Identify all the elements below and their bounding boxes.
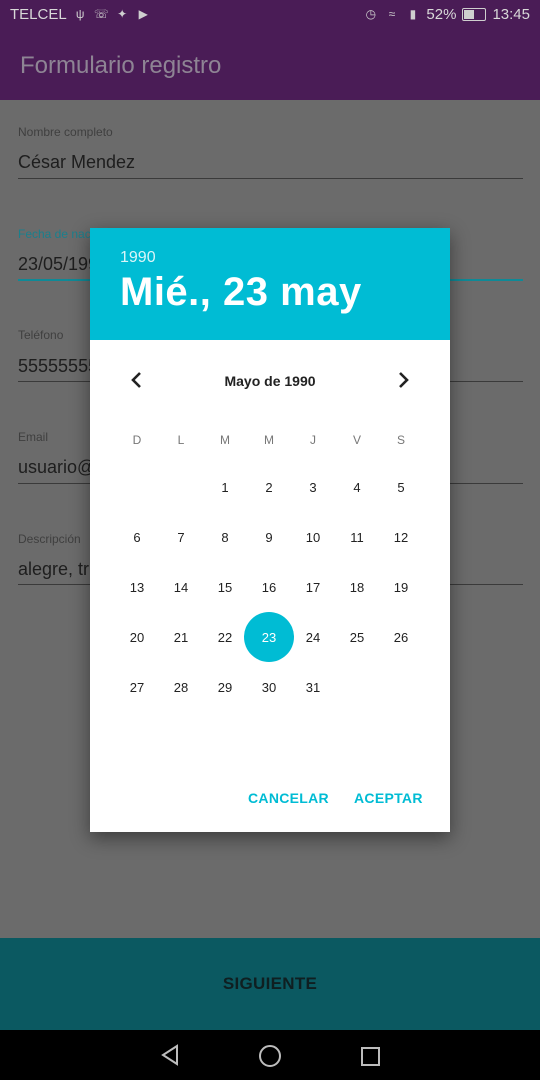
- calendar-day[interactable]: 27: [117, 680, 157, 695]
- calendar-day[interactable]: 10: [293, 530, 333, 545]
- weekday-label: S: [396, 433, 405, 447]
- calendar-day[interactable]: 1: [205, 480, 245, 495]
- whatsapp-icon: ☏: [93, 7, 109, 21]
- email-label: Email: [18, 430, 49, 444]
- app-bar: Formulario registro: [0, 30, 540, 100]
- calendar-day[interactable]: 17: [293, 580, 333, 595]
- back-icon[interactable]: [160, 1044, 180, 1066]
- signal-icon: ▮: [409, 7, 417, 21]
- usb-icon: ψ: [75, 7, 85, 21]
- next-month-icon[interactable]: [393, 370, 413, 390]
- calendar-day[interactable]: 4: [337, 480, 377, 495]
- calendar-day[interactable]: 20: [117, 630, 157, 645]
- next-button-label: SIGUIENTE: [222, 974, 318, 993]
- status-bar: TELCEL ψ ☏ ✦ ▶ ◷ ≈ ▮ 52% 13:45: [0, 0, 540, 30]
- calendar-day[interactable]: 12: [381, 530, 421, 545]
- calendar-day[interactable]: 31: [293, 680, 333, 695]
- calendar-day[interactable]: 7: [161, 530, 201, 545]
- calendar-day[interactable]: 3: [293, 480, 333, 495]
- weekday-label: L: [177, 433, 185, 447]
- calendar-day[interactable]: 24: [293, 630, 333, 645]
- weekday-label: V: [352, 433, 361, 447]
- calendar-day-selected[interactable]: 23: [249, 630, 289, 645]
- calendar-day[interactable]: 13: [117, 580, 157, 595]
- calendar-day[interactable]: 14: [161, 580, 201, 595]
- home-icon[interactable]: [259, 1045, 281, 1067]
- calendar-day[interactable]: 28: [161, 680, 201, 695]
- full-name-label: Nombre completo: [18, 125, 113, 139]
- full-name-underline: [18, 178, 523, 179]
- calendar-day[interactable]: 29: [205, 680, 245, 695]
- calendar-day[interactable]: 11: [337, 530, 377, 545]
- weekday-label: D: [132, 433, 142, 447]
- calendar-day[interactable]: 22: [205, 630, 245, 645]
- weekday-label: M: [220, 433, 230, 447]
- calendar-day[interactable]: 16: [249, 580, 289, 595]
- alarm-icon: ◷: [365, 7, 377, 21]
- calendar-day[interactable]: 18: [337, 580, 377, 595]
- calendar-day[interactable]: 9: [249, 530, 289, 545]
- calendar-day[interactable]: 2: [249, 480, 289, 495]
- page-title: Formulario registro: [20, 52, 222, 79]
- wifi-icon: ≈: [388, 7, 396, 21]
- calendar-day[interactable]: 26: [381, 630, 421, 645]
- phone-label: Teléfono: [18, 328, 64, 342]
- navigation-bar: [0, 1030, 540, 1080]
- weekday-label: J: [310, 433, 316, 447]
- selected-year[interactable]: 1990: [120, 249, 156, 267]
- calendar-day[interactable]: 19: [381, 580, 421, 595]
- date-picker-dialog: 1990 Mié., 23 may Mayo de 1990 D L M M J V S 1…: [90, 228, 450, 832]
- description-label: Descripción: [18, 532, 81, 546]
- youtube-icon: ▶: [138, 7, 148, 21]
- calendar-day[interactable]: 5: [381, 480, 421, 495]
- calendar-day[interactable]: 8: [205, 530, 245, 545]
- recent-apps-icon[interactable]: [361, 1047, 380, 1066]
- month-navigation: Mayo de 1990: [90, 340, 450, 400]
- carrier-name: TELCEL: [10, 6, 67, 23]
- selected-date-display[interactable]: Mié., 23 may: [120, 270, 362, 315]
- cancel-button[interactable]: CANCELAR: [248, 790, 329, 806]
- email-field[interactable]: usuario@: [18, 457, 95, 478]
- next-button[interactable]: SIGUIENTE: [0, 938, 540, 1030]
- calendar-day[interactable]: 6: [117, 530, 157, 545]
- calendar-day[interactable]: 25: [337, 630, 377, 645]
- weekday-label: M: [264, 433, 274, 447]
- twitter-icon: ✦: [117, 7, 128, 21]
- calendar-day[interactable]: 15: [205, 580, 245, 595]
- battery-percent: 52%: [426, 6, 457, 23]
- full-name-field[interactable]: César Mendez: [18, 152, 135, 173]
- calendar-day[interactable]: 30: [249, 680, 289, 695]
- clock: 13:45: [492, 6, 530, 23]
- description-field[interactable]: alegre, tr: [18, 559, 89, 580]
- date-picker-header: 1990 Mié., 23 may: [90, 228, 450, 340]
- battery-icon: [462, 8, 487, 21]
- accept-button[interactable]: ACEPTAR: [354, 790, 423, 806]
- calendar-day[interactable]: 21: [161, 630, 201, 645]
